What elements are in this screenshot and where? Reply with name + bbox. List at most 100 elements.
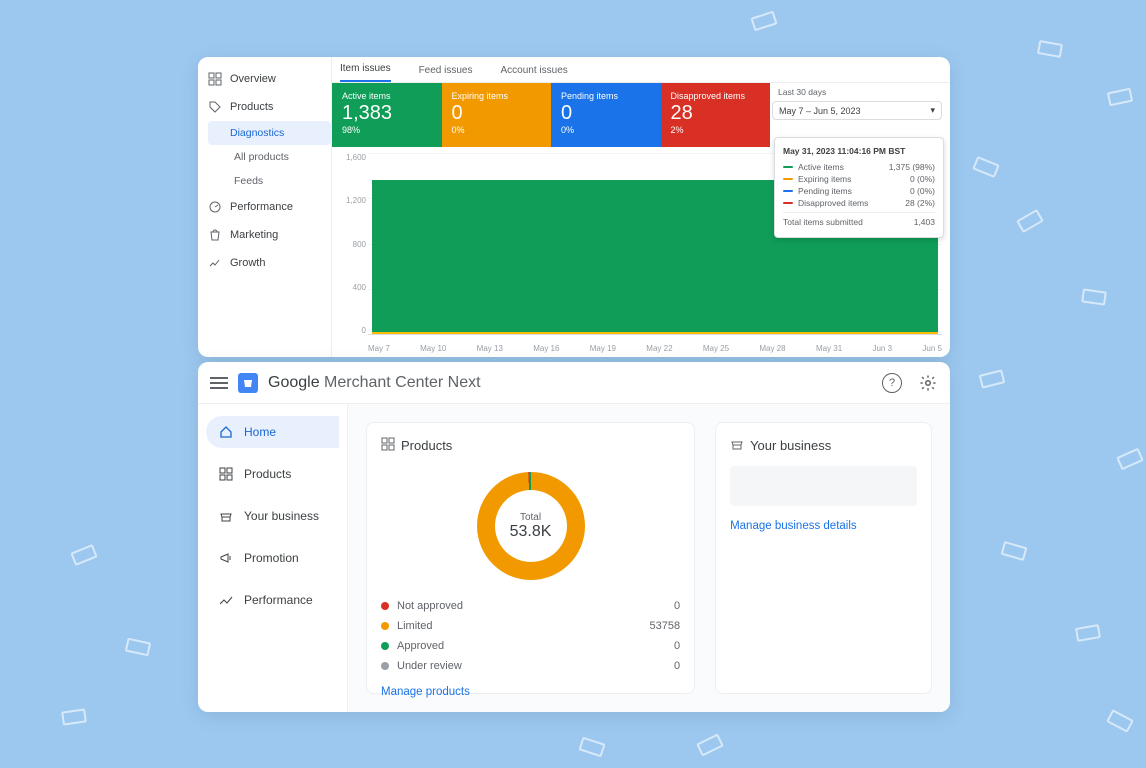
settings-button[interactable] bbox=[918, 373, 938, 393]
y-tick: 400 bbox=[338, 283, 366, 292]
dot-icon bbox=[381, 662, 389, 670]
nav-label: Products bbox=[230, 101, 273, 113]
x-tick: May 25 bbox=[703, 344, 729, 353]
dash-icon bbox=[783, 178, 793, 180]
legend-value: 53758 bbox=[649, 620, 680, 632]
stat-card-disapproved[interactable]: Disapproved items 28 2% bbox=[661, 83, 771, 147]
home-icon bbox=[218, 424, 234, 440]
dot-icon bbox=[381, 622, 389, 630]
y-tick: 1,600 bbox=[338, 153, 366, 162]
growth-icon bbox=[208, 256, 222, 270]
dot-icon bbox=[381, 642, 389, 650]
diagnostics-main: Item issues Feed issues Account issues A… bbox=[332, 57, 950, 357]
dash-icon bbox=[783, 202, 793, 204]
panel-title: Your business bbox=[750, 438, 831, 453]
store-icon bbox=[218, 508, 234, 524]
x-tick: May 19 bbox=[590, 344, 616, 353]
store-icon bbox=[730, 437, 744, 454]
tab-feed-issues[interactable]: Feed issues bbox=[419, 65, 473, 82]
last-30-label: Last 30 days bbox=[772, 83, 942, 101]
nav-label: Growth bbox=[230, 257, 265, 269]
x-tick: May 13 bbox=[477, 344, 503, 353]
sidebar-nav: Overview Products Diagnostics All produc… bbox=[198, 57, 332, 357]
stat-pct: 0% bbox=[452, 125, 542, 135]
nav-performance[interactable]: Performance bbox=[206, 584, 339, 616]
nav-overview[interactable]: Overview bbox=[198, 65, 331, 93]
nav-performance[interactable]: Performance bbox=[198, 193, 331, 221]
x-tick: May 22 bbox=[646, 344, 672, 353]
home-main: Products Total 53.8K Not approved 0 Limit… bbox=[348, 404, 950, 712]
donut-label: Total bbox=[520, 512, 541, 523]
stat-value: 0 bbox=[452, 101, 542, 125]
products-panel: Products Total 53.8K Not approved 0 Limit… bbox=[366, 422, 695, 694]
nav-your-business[interactable]: Your business bbox=[206, 500, 339, 532]
help-button[interactable]: ? bbox=[882, 373, 902, 393]
x-tick: May 16 bbox=[533, 344, 559, 353]
subnav-all-products[interactable]: All products bbox=[230, 145, 331, 169]
business-content-placeholder bbox=[730, 466, 917, 506]
chart-tooltip: May 31, 2023 11:04:16 PM BST Active item… bbox=[774, 137, 944, 238]
stat-value: 0 bbox=[561, 101, 651, 125]
merchant-center-next-card: Google Merchant Center Next ? Home Produ… bbox=[198, 362, 950, 712]
nav-promotion[interactable]: Promotion bbox=[206, 542, 339, 574]
tooltip-value: 0 (0%) bbox=[910, 174, 935, 184]
products-sublist: Diagnostics All products Feeds bbox=[198, 121, 331, 193]
date-range-select[interactable]: May 7 – Jun 5, 2023 ▾ bbox=[772, 101, 942, 120]
grid-icon bbox=[218, 466, 234, 482]
speedometer-icon bbox=[208, 200, 222, 214]
legend-label: Not approved bbox=[397, 600, 463, 612]
x-tick: May 31 bbox=[816, 344, 842, 353]
nav-label: Promotion bbox=[244, 551, 299, 565]
tooltip-header: May 31, 2023 11:04:16 PM BST bbox=[783, 146, 935, 156]
stat-label: Expiring items bbox=[452, 91, 542, 101]
stat-label: Disapproved items bbox=[671, 91, 761, 101]
subnav-diagnostics[interactable]: Diagnostics bbox=[208, 121, 331, 145]
legend-value: 0 bbox=[674, 600, 680, 612]
legend-label: Limited bbox=[397, 620, 432, 632]
nav-products[interactable]: Products bbox=[206, 458, 339, 490]
nav-label: Your business bbox=[244, 509, 319, 523]
legend-value: 0 bbox=[674, 640, 680, 652]
y-tick: 1,200 bbox=[338, 196, 366, 205]
tab-item-issues[interactable]: Item issues bbox=[340, 63, 391, 82]
x-tick: Jun 5 bbox=[922, 344, 942, 353]
legend-value: 0 bbox=[674, 660, 680, 672]
manage-business-link[interactable]: Manage business details bbox=[730, 520, 917, 532]
app-header: Google Merchant Center Next ? bbox=[198, 362, 950, 404]
x-tick: May 7 bbox=[368, 344, 390, 353]
chart-line-icon bbox=[218, 592, 234, 608]
nav-label: Marketing bbox=[230, 229, 278, 241]
panel-title: Products bbox=[401, 438, 452, 453]
google-merchant-logo bbox=[238, 373, 258, 393]
y-axis: 1,600 1,200 800 400 0 bbox=[338, 153, 366, 335]
sidebar-nav: Home Products Your business Promotion Pe… bbox=[198, 404, 348, 712]
megaphone-icon bbox=[218, 550, 234, 566]
grid-icon bbox=[381, 437, 395, 454]
nav-marketing[interactable]: Marketing bbox=[198, 221, 331, 249]
donut-value: 53.8K bbox=[510, 523, 552, 541]
nav-growth[interactable]: Growth bbox=[198, 249, 331, 277]
subnav-feeds[interactable]: Feeds bbox=[230, 169, 331, 193]
stat-card-pending[interactable]: Pending items 0 0% bbox=[551, 83, 661, 147]
date-range-panel: Last 30 days May 7 – Jun 5, 2023 ▾ bbox=[772, 83, 942, 120]
tooltip-label: Active items bbox=[798, 162, 844, 172]
your-business-panel: Your business Manage business details bbox=[715, 422, 932, 694]
stat-card-active[interactable]: Active items 1,383 98% bbox=[332, 83, 442, 147]
manage-products-link[interactable]: Manage products bbox=[381, 686, 680, 698]
nav-products[interactable]: Products bbox=[198, 93, 331, 121]
nav-home[interactable]: Home bbox=[206, 416, 339, 448]
date-range-value: May 7 – Jun 5, 2023 bbox=[779, 106, 861, 116]
stats-row: Active items 1,383 98% Expiring items 0 … bbox=[332, 83, 770, 147]
legend-label: Under review bbox=[397, 660, 462, 672]
stat-card-expiring[interactable]: Expiring items 0 0% bbox=[442, 83, 552, 147]
products-donut-chart: Total 53.8K bbox=[477, 472, 585, 580]
tab-account-issues[interactable]: Account issues bbox=[501, 65, 568, 82]
title-rest: Merchant Center Next bbox=[320, 374, 481, 391]
menu-button[interactable] bbox=[210, 374, 228, 392]
tooltip-total-label: Total items submitted bbox=[783, 217, 863, 227]
panel-header: Your business bbox=[730, 437, 917, 454]
issues-tabs: Item issues Feed issues Account issues bbox=[332, 57, 950, 83]
stat-value: 28 bbox=[671, 101, 761, 125]
dash-icon bbox=[783, 190, 793, 192]
panel-header: Products bbox=[381, 437, 680, 454]
